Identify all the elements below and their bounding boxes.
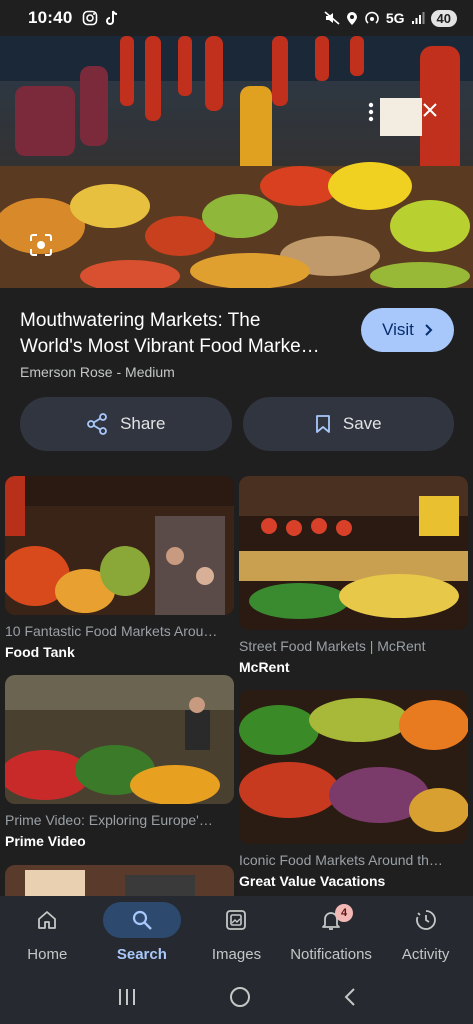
nav-notifications-icon-wrap: 4 xyxy=(292,902,370,938)
result-source: Emerson Rose - Medium xyxy=(20,364,175,380)
search-icon xyxy=(132,910,152,930)
status-app-icons xyxy=(82,10,120,26)
images-icon xyxy=(226,910,247,930)
status-right: 5G 40 xyxy=(324,9,457,27)
back-button[interactable] xyxy=(343,986,357,1013)
nav-search-label: Search xyxy=(116,946,167,963)
more-options-button[interactable] xyxy=(357,98,385,126)
save-label: Save xyxy=(342,414,382,433)
related-thumbnail xyxy=(5,476,234,615)
related-card[interactable]: Street Food Markets | McRent McRent xyxy=(239,476,468,675)
share-button[interactable]: Share xyxy=(20,397,232,451)
related-card[interactable]: Iconic Food Markets Around th… Great Val… xyxy=(239,690,468,889)
related-thumbnail xyxy=(239,690,468,844)
related-caption: Iconic Food Markets Around th… xyxy=(239,852,443,868)
nav-activity-icon-wrap xyxy=(387,902,465,938)
battery-level: 40 xyxy=(430,9,457,27)
activity-icon xyxy=(415,910,436,930)
related-source: Great Value Vacations xyxy=(239,873,386,889)
share-icon xyxy=(87,413,107,435)
nav-images-label: Images xyxy=(211,946,262,963)
related-thumbnail xyxy=(5,865,234,896)
related-source: McRent xyxy=(239,659,290,675)
related-card[interactable]: Prime Video: Exploring Europe'… Prime Vi… xyxy=(5,675,234,849)
related-images-grid: 10 Fantastic Food Markets Arou… Food Tan… xyxy=(0,476,473,896)
more-vert-icon xyxy=(368,102,374,122)
nav-home[interactable]: Home xyxy=(0,896,95,974)
related-source: Prime Video xyxy=(5,833,86,849)
nav-notifications[interactable]: 4 Notifications xyxy=(284,896,379,974)
save-button[interactable]: Save xyxy=(242,397,454,451)
nav-search-icon-wrap xyxy=(102,902,181,938)
nav-home-icon-wrap xyxy=(8,902,86,938)
nav-activity[interactable]: Activity xyxy=(378,896,473,974)
tiktok-icon xyxy=(106,10,118,25)
related-caption: 10 Fantastic Food Markets Arou… xyxy=(5,623,218,639)
close-icon xyxy=(423,103,437,117)
status-time: 10:40 xyxy=(28,8,73,27)
nav-activity-label: Activity xyxy=(401,946,450,963)
lens-button[interactable] xyxy=(28,232,54,258)
visit-label: Visit xyxy=(382,320,414,339)
result-title-line2: World's Most Vibrant Food Marke… xyxy=(20,336,320,357)
location-icon xyxy=(346,11,357,25)
result-info: Mouthwatering Markets: The World's Most … xyxy=(0,288,473,388)
related-card[interactable] xyxy=(5,865,234,896)
chevron-right-icon xyxy=(425,324,433,336)
nav-home-label: Home xyxy=(27,946,68,963)
related-caption: Prime Video: Exploring Europe'… xyxy=(5,812,213,828)
hotspot-icon xyxy=(365,11,379,24)
circle-home-icon xyxy=(230,986,251,1007)
status-bar: 10:40 5G 40 xyxy=(0,0,473,36)
related-thumbnail xyxy=(239,476,468,630)
recents-button[interactable] xyxy=(116,987,138,1012)
visit-button[interactable]: Visit xyxy=(361,308,454,352)
action-row: Share Save xyxy=(20,397,454,451)
home-icon xyxy=(38,911,57,929)
mute-icon xyxy=(324,11,340,25)
share-label: Share xyxy=(120,414,166,433)
related-thumbnail xyxy=(5,675,234,804)
system-nav-bar xyxy=(0,974,473,1024)
result-title[interactable]: Mouthwatering Markets: The World's Most … xyxy=(20,308,350,360)
notification-badge: 4 xyxy=(335,904,354,922)
nav-search[interactable]: Search xyxy=(95,896,190,974)
home-system-button[interactable] xyxy=(229,986,251,1013)
bottom-nav: Home Search Images 4 Notifications Activ… xyxy=(0,896,473,974)
network-type: 5G xyxy=(385,10,405,26)
nav-images-icon-wrap xyxy=(197,902,275,938)
bookmark-icon xyxy=(315,415,330,433)
nav-notifications-label: Notifications xyxy=(290,946,372,963)
related-caption: Street Food Markets | McRent xyxy=(239,638,426,654)
nav-images[interactable]: Images xyxy=(189,896,284,974)
related-source: Food Tank xyxy=(5,644,75,660)
hero-image[interactable] xyxy=(0,36,473,288)
back-chevron-icon xyxy=(344,987,355,1006)
close-button[interactable] xyxy=(416,96,444,124)
recents-icon xyxy=(118,988,135,1005)
lens-icon xyxy=(30,234,52,256)
related-card[interactable]: 10 Fantastic Food Markets Arou… Food Tan… xyxy=(5,476,234,660)
signal-icon xyxy=(411,12,425,24)
instagram-icon xyxy=(83,10,98,26)
result-title-line1: Mouthwatering Markets: The xyxy=(20,310,261,331)
